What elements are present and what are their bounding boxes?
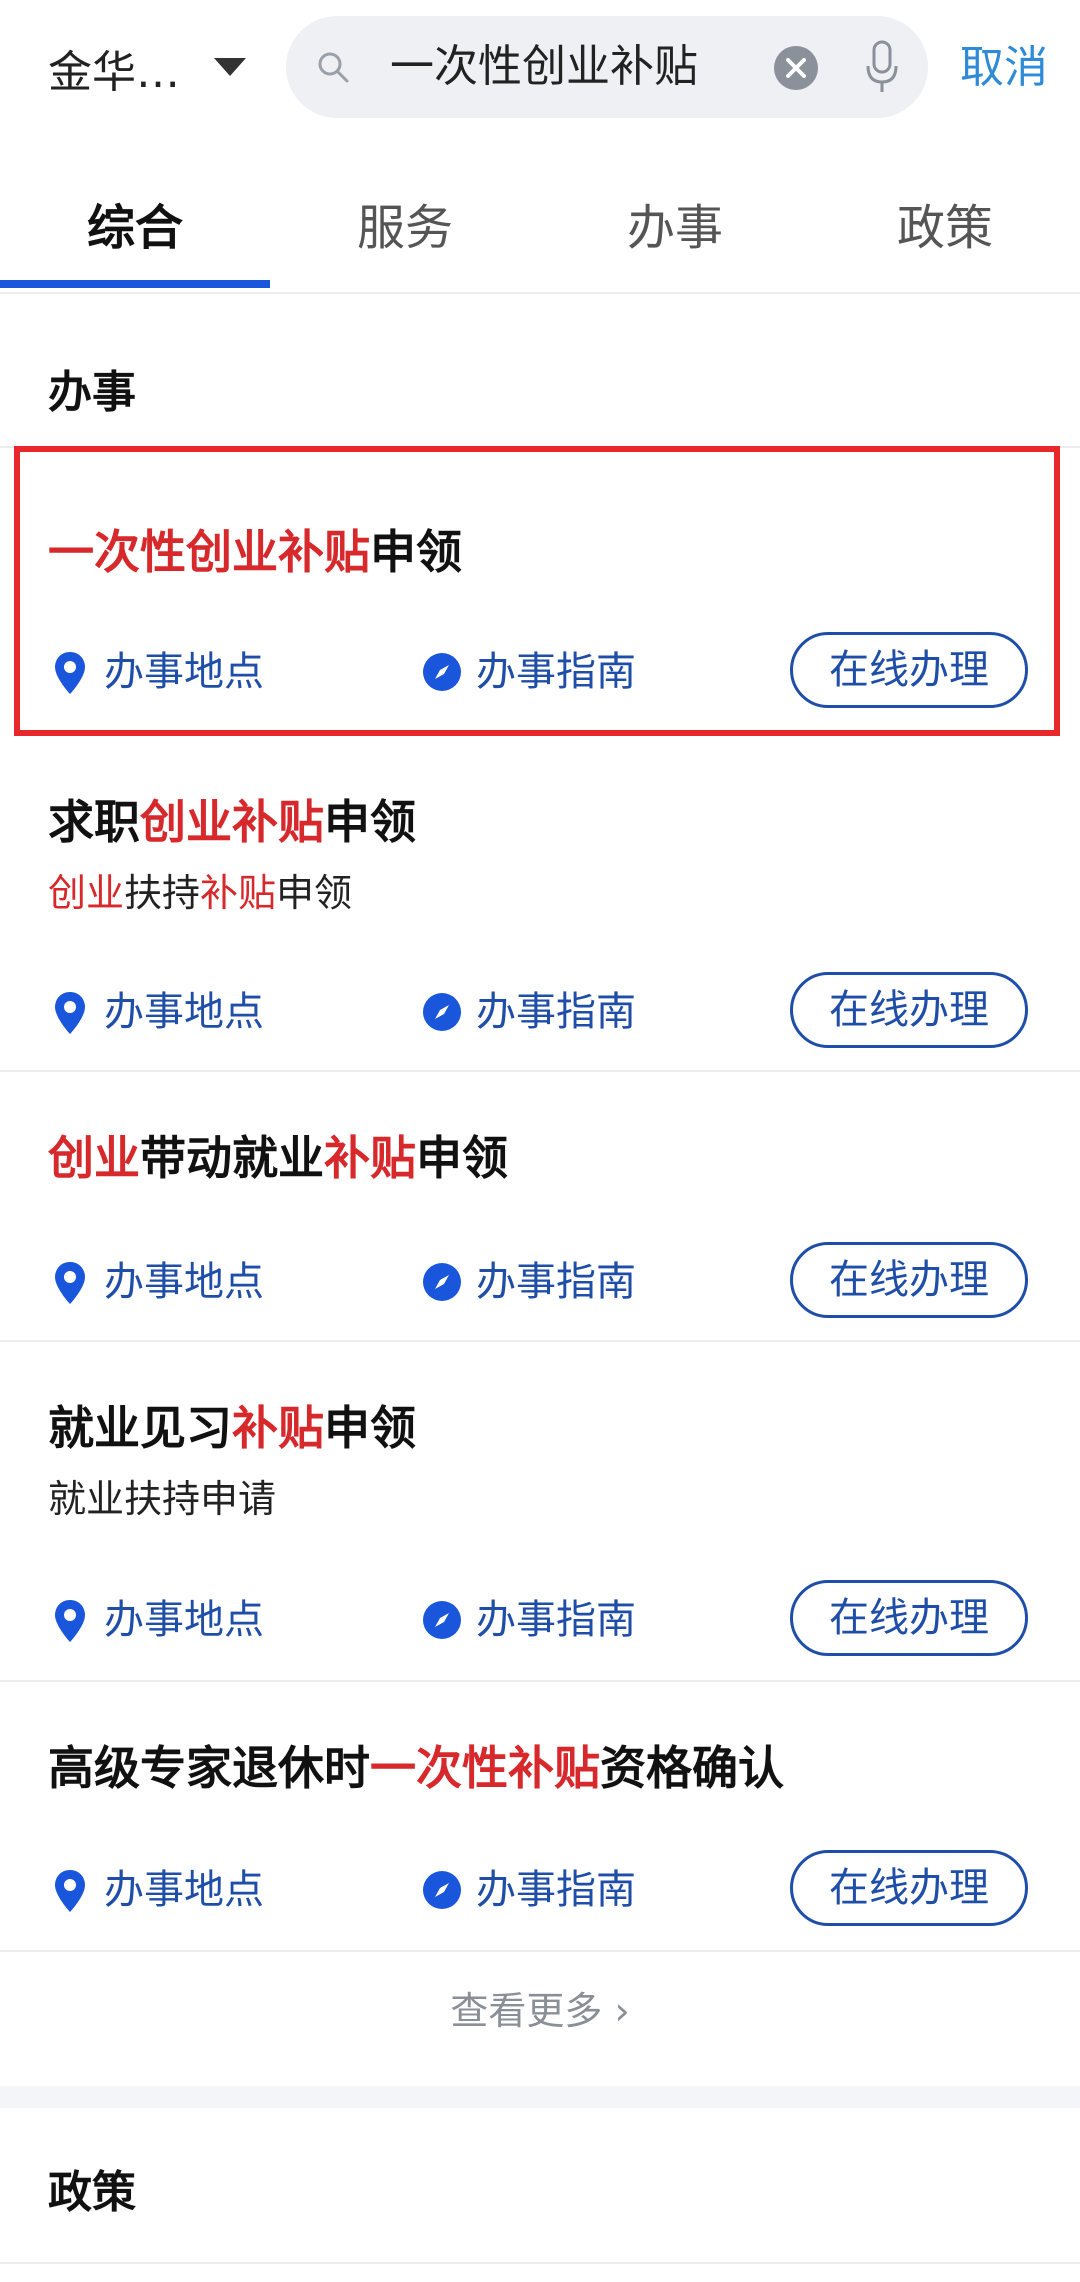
compass-icon <box>423 1263 461 1301</box>
text-fragment: 高级专家退休时 <box>48 1741 370 1795</box>
item-actions: 办事地点 办事指南 在线办理 <box>0 972 1080 1052</box>
compass-icon <box>423 1601 461 1639</box>
list-item[interactable]: 高级专家退休时一次性补贴资格确认 办事地点 办事指南 在线办理 <box>0 1682 1080 1950</box>
section-title-affairs: 办事 <box>48 367 136 418</box>
view-more-link[interactable]: 查看更多 › <box>0 1980 1080 2035</box>
text-fragment: 带动就业 <box>140 1131 324 1185</box>
item-title[interactable]: 创业带动就业补贴申领 <box>48 1122 508 1188</box>
location-link[interactable]: 办事地点 <box>104 972 264 1052</box>
city-selector[interactable]: 金华… <box>48 36 180 100</box>
online-apply-button[interactable]: 在线办理 <box>790 972 1028 1048</box>
item-title[interactable]: 就业见习补贴申领 <box>48 1392 416 1458</box>
location-link[interactable]: 办事地点 <box>104 1242 264 1322</box>
location-link[interactable]: 办事地点 <box>104 1580 264 1660</box>
online-apply-button[interactable]: 在线办理 <box>790 1242 1028 1318</box>
item-title[interactable]: 高级专家退休时一次性补贴资格确认 <box>48 1732 784 1798</box>
location-pin-icon <box>55 992 85 1034</box>
text-fragment: 扶持 <box>124 871 201 915</box>
tab-bar: 综合 服务 办事 政策 <box>0 160 1080 290</box>
guide-link[interactable]: 办事指南 <box>476 972 636 1052</box>
text-fragment: 申领 <box>276 871 353 915</box>
location-pin-icon <box>55 1262 85 1304</box>
text-fragment: 申领 <box>324 795 416 849</box>
divider <box>0 292 1080 294</box>
clear-icon[interactable] <box>774 46 818 90</box>
text-fragment: 求职 <box>48 795 140 849</box>
tab-policy[interactable]: 政策 <box>810 188 1080 258</box>
keyword-highlight: 创业 <box>48 1131 140 1185</box>
item-actions: 办事地点 办事指南 在线办理 <box>0 1850 1080 1930</box>
text-fragment: 资格确认 <box>600 1741 784 1795</box>
keyword-highlight: 补贴 <box>232 1401 324 1455</box>
tab-affairs[interactable]: 办事 <box>540 188 810 258</box>
item-actions: 办事地点 办事指南 在线办理 <box>0 1242 1080 1322</box>
top-bar: 金华… 一次性创业补贴 取消 <box>0 0 1080 140</box>
online-apply-button[interactable]: 在线办理 <box>790 1580 1028 1656</box>
location-link[interactable]: 办事地点 <box>104 1850 264 1930</box>
dropdown-arrow-icon[interactable] <box>214 58 246 76</box>
section-title-policy: 政策 <box>48 2167 136 2218</box>
item-subtitle: 创业扶持补贴申领 <box>48 862 352 917</box>
cancel-button[interactable]: 取消 <box>960 36 1048 100</box>
item-subtitle: 就业扶持申请 <box>48 1468 276 1523</box>
list-item[interactable]: 创业带动就业补贴申领 办事地点 办事指南 在线办理 <box>0 1072 1080 1340</box>
divider <box>0 1950 1080 1952</box>
item-actions: 办事地点 办事指南 在线办理 <box>0 1580 1080 1660</box>
search-input[interactable]: 一次性创业补贴 <box>390 16 698 118</box>
keyword-highlight: 创业补贴 <box>140 795 324 849</box>
online-apply-button[interactable]: 在线办理 <box>790 1850 1028 1926</box>
location-pin-icon <box>55 1600 85 1642</box>
keyword-highlight: 补贴 <box>200 871 277 915</box>
item-title[interactable]: 求职创业补贴申领 <box>48 786 416 852</box>
text-fragment: 申领 <box>324 1401 416 1455</box>
section-divider <box>0 2086 1080 2108</box>
text-fragment: 申领 <box>416 1131 508 1185</box>
keyword-highlight: 一次性补贴 <box>370 1741 600 1795</box>
tab-active-indicator <box>0 280 270 288</box>
text-fragment: 就业见习 <box>48 1401 232 1455</box>
compass-icon <box>423 1871 461 1909</box>
keyword-highlight: 创业 <box>48 871 125 915</box>
list-item[interactable]: 就业见习补贴申领 就业扶持申请 办事地点 办事指南 在线办理 <box>0 1342 1080 1680</box>
microphone-icon[interactable] <box>862 38 902 98</box>
search-icon <box>318 52 349 83</box>
annotation-frame <box>14 446 1060 736</box>
compass-icon <box>423 993 461 1031</box>
location-pin-icon <box>55 1870 85 1912</box>
list-item[interactable]: 求职创业补贴申领 创业扶持补贴申领 办事地点 办事指南 在线办理 <box>0 736 1080 1070</box>
keyword-highlight: 补贴 <box>324 1131 416 1185</box>
tab-services[interactable]: 服务 <box>270 188 540 258</box>
text-fragment: 就业扶持申请 <box>48 1477 277 1521</box>
search-box[interactable]: 一次性创业补贴 <box>286 16 928 118</box>
guide-link[interactable]: 办事指南 <box>476 1580 636 1660</box>
divider <box>0 2262 1080 2264</box>
guide-link[interactable]: 办事指南 <box>476 1850 636 1930</box>
guide-link[interactable]: 办事指南 <box>476 1242 636 1322</box>
tab-comprehensive[interactable]: 综合 <box>0 188 270 258</box>
